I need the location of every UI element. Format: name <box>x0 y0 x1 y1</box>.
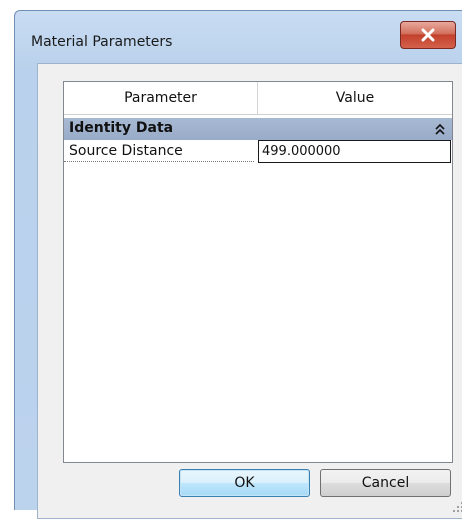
group-title: Identity Data <box>69 120 174 136</box>
group-row-identity-data[interactable]: Identity Data <box>64 118 452 140</box>
column-header-parameter[interactable]: Parameter <box>64 82 258 114</box>
resize-grip-icon[interactable] <box>452 501 462 513</box>
grid-header: Parameter Value <box>64 82 452 115</box>
close-icon <box>421 28 435 42</box>
ok-button[interactable]: OK <box>179 469 310 497</box>
source-distance-input[interactable] <box>258 140 451 163</box>
cancel-button[interactable]: Cancel <box>320 469 451 497</box>
dialog-client-area: Parameter Value Identity Data Source Dis… <box>37 63 462 519</box>
double-chevron-up-icon[interactable] <box>434 122 446 136</box>
property-label: Source Distance <box>64 140 254 162</box>
dialog-window: Material Parameters Parameter Value Iden… <box>14 10 462 519</box>
property-row-source-distance: Source Distance <box>64 140 452 163</box>
window-title: Material Parameters <box>31 34 173 50</box>
column-header-value[interactable]: Value <box>258 82 452 114</box>
parameter-grid: Parameter Value Identity Data Source Dis… <box>63 81 453 463</box>
close-button[interactable] <box>400 21 456 49</box>
